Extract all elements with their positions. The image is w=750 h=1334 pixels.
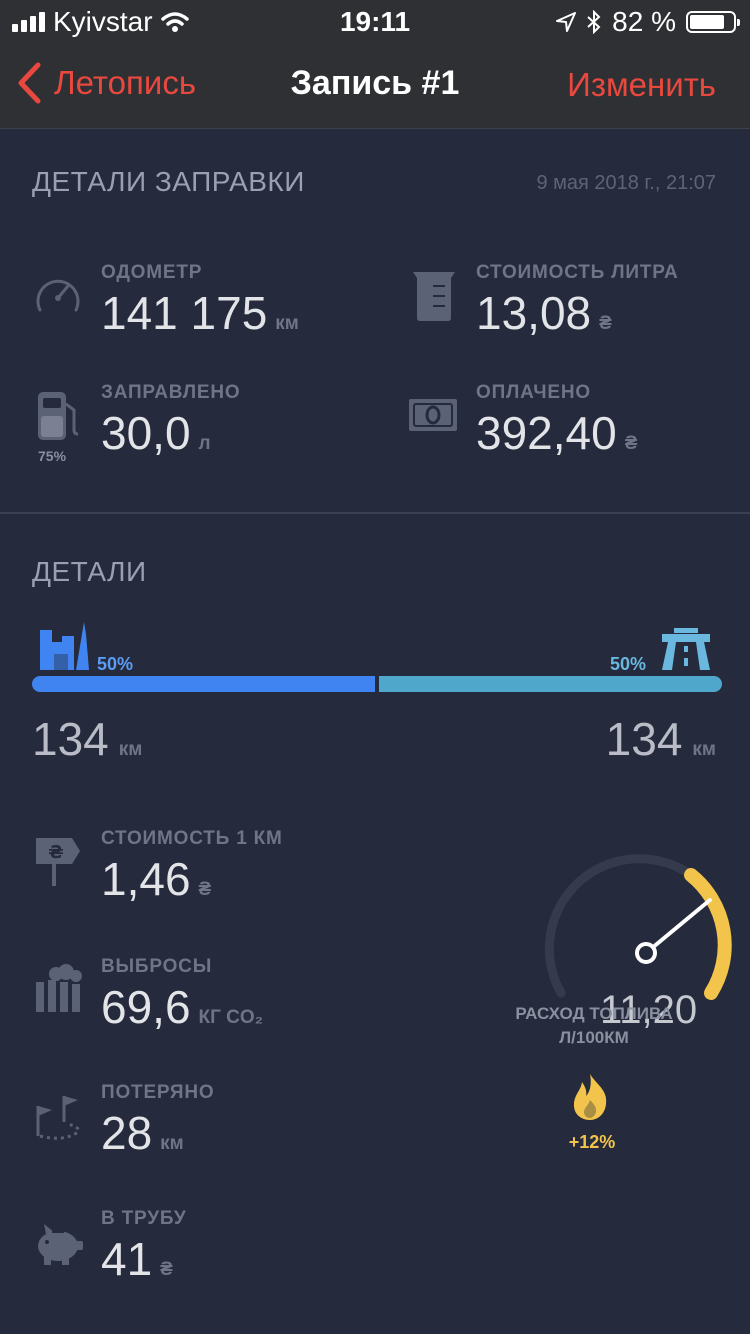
location-arrow-icon bbox=[556, 12, 577, 32]
edit-button[interactable]: Изменить bbox=[567, 66, 716, 104]
fuel-consumption-label-line1: РАСХОД ТОПЛИВА bbox=[515, 1004, 673, 1023]
status-bar: Kyivstar 19:11 82 % bbox=[0, 0, 750, 40]
emissions-unit: КГ CO₂ bbox=[198, 1007, 264, 1028]
odometer-metric: ОДОМЕТР 141 175 км bbox=[101, 262, 299, 340]
lost-metric: ПОТЕРЯНО 28 км bbox=[101, 1082, 214, 1160]
city-distance-bar bbox=[32, 676, 375, 692]
cost-per-km-metric: СТОИМОСТЬ 1 КМ 1,46 ₴ bbox=[101, 828, 283, 906]
price-per-liter-metric: СТОИМОСТЬ ЛИТРА 13,08 ₴ bbox=[476, 262, 679, 340]
gauge-hub bbox=[635, 942, 657, 964]
highway-km-value: 134 bbox=[605, 713, 683, 765]
emissions-value: 69,6 bbox=[101, 981, 191, 1033]
wasted-value: 41 bbox=[101, 1233, 153, 1285]
paid-unit: ₴ bbox=[624, 433, 638, 454]
signpost-icon: ₴ bbox=[36, 838, 80, 886]
gauge-track bbox=[544, 854, 696, 998]
fuel-consumption-label-line2: Л/100КМ bbox=[559, 1028, 629, 1047]
emissions-metric: ВЫБРОСЫ 69,6 КГ CO₂ bbox=[101, 956, 263, 1034]
flame-icon bbox=[573, 1074, 607, 1120]
piggy-bank-icon bbox=[38, 1224, 83, 1265]
paid-metric: ОПЛАЧЕНО 392,40 ₴ bbox=[476, 382, 637, 460]
wasted-metric: В ТРУБУ 41 ₴ bbox=[101, 1208, 186, 1286]
measuring-cup-icon bbox=[413, 272, 455, 321]
tank-percent: 75% bbox=[38, 448, 67, 464]
banknote-icon bbox=[409, 399, 457, 431]
lost-label: ПОТЕРЯНО bbox=[101, 1082, 215, 1103]
refuel-section-title: ДЕТАЛИ ЗАПРАВКИ bbox=[32, 166, 305, 197]
refuel-date: 9 мая 2018 г., 21:07 bbox=[536, 172, 716, 194]
gauge-needle bbox=[644, 898, 712, 955]
highway-km-unit: км bbox=[692, 739, 716, 760]
price-per-liter-unit: ₴ bbox=[599, 313, 612, 334]
cost-per-km-value: 1,46 bbox=[101, 853, 191, 905]
highway-icon bbox=[662, 628, 710, 670]
price-per-liter-value: 13,08 bbox=[476, 287, 592, 339]
highway-distance: 134 км bbox=[606, 712, 716, 766]
cost-per-km-label: СТОИМОСТЬ 1 КМ bbox=[101, 828, 283, 849]
filled-metric: ЗАПРАВЛЕНО 30,0 л bbox=[101, 382, 241, 460]
battery-percent: 82 % bbox=[612, 6, 676, 37]
filled-value: 30,0 bbox=[101, 407, 191, 459]
odometer-label: ОДОМЕТР bbox=[101, 262, 203, 283]
cost-per-km-unit: ₴ bbox=[198, 879, 212, 900]
speedometer-icon bbox=[36, 279, 80, 312]
section-divider bbox=[0, 512, 750, 514]
city-icon bbox=[40, 622, 89, 670]
emissions-label: ВЫБРОСЫ bbox=[101, 956, 213, 977]
navigation-bar: Летопись Запись #1 Изменить bbox=[0, 40, 750, 129]
city-percent: 50% bbox=[97, 654, 134, 674]
city-km-unit: км bbox=[118, 739, 143, 760]
filled-unit: л bbox=[198, 433, 211, 454]
odometer-value: 141 175 bbox=[101, 287, 268, 339]
svg-text:₴: ₴ bbox=[48, 842, 63, 863]
highway-percent: 50% bbox=[610, 654, 647, 674]
fuel-consumption-label: РАСХОД ТОПЛИВА Л/100КМ bbox=[494, 1002, 694, 1050]
wasted-unit: ₴ bbox=[160, 1259, 173, 1280]
detour-flags-icon bbox=[36, 1096, 80, 1140]
price-per-liter-label: СТОИМОСТЬ ЛИТРА bbox=[476, 262, 679, 283]
battery-icon bbox=[686, 11, 740, 33]
highway-distance-bar bbox=[379, 676, 722, 692]
city-km-value: 134 bbox=[32, 713, 109, 765]
gauge-warning-arc bbox=[684, 868, 732, 1000]
wasted-label: В ТРУБУ bbox=[101, 1208, 187, 1229]
fuel-pump-icon bbox=[38, 392, 79, 440]
filled-label: ЗАПРАВЛЕНО bbox=[101, 382, 241, 403]
fuel-consumption-delta: +12% bbox=[568, 1132, 616, 1152]
paid-label: ОПЛАЧЕНО bbox=[476, 382, 591, 403]
factory-emissions-icon bbox=[36, 964, 82, 1012]
details-section-title: ДЕТАЛИ bbox=[32, 556, 147, 587]
odometer-unit: км bbox=[275, 313, 299, 334]
paid-value: 392,40 bbox=[476, 407, 617, 459]
lost-unit: км bbox=[160, 1133, 184, 1154]
bluetooth-icon bbox=[587, 10, 601, 34]
city-distance: 134 км bbox=[32, 712, 142, 766]
status-right: 82 % bbox=[556, 6, 740, 38]
lost-value: 28 bbox=[101, 1107, 153, 1159]
